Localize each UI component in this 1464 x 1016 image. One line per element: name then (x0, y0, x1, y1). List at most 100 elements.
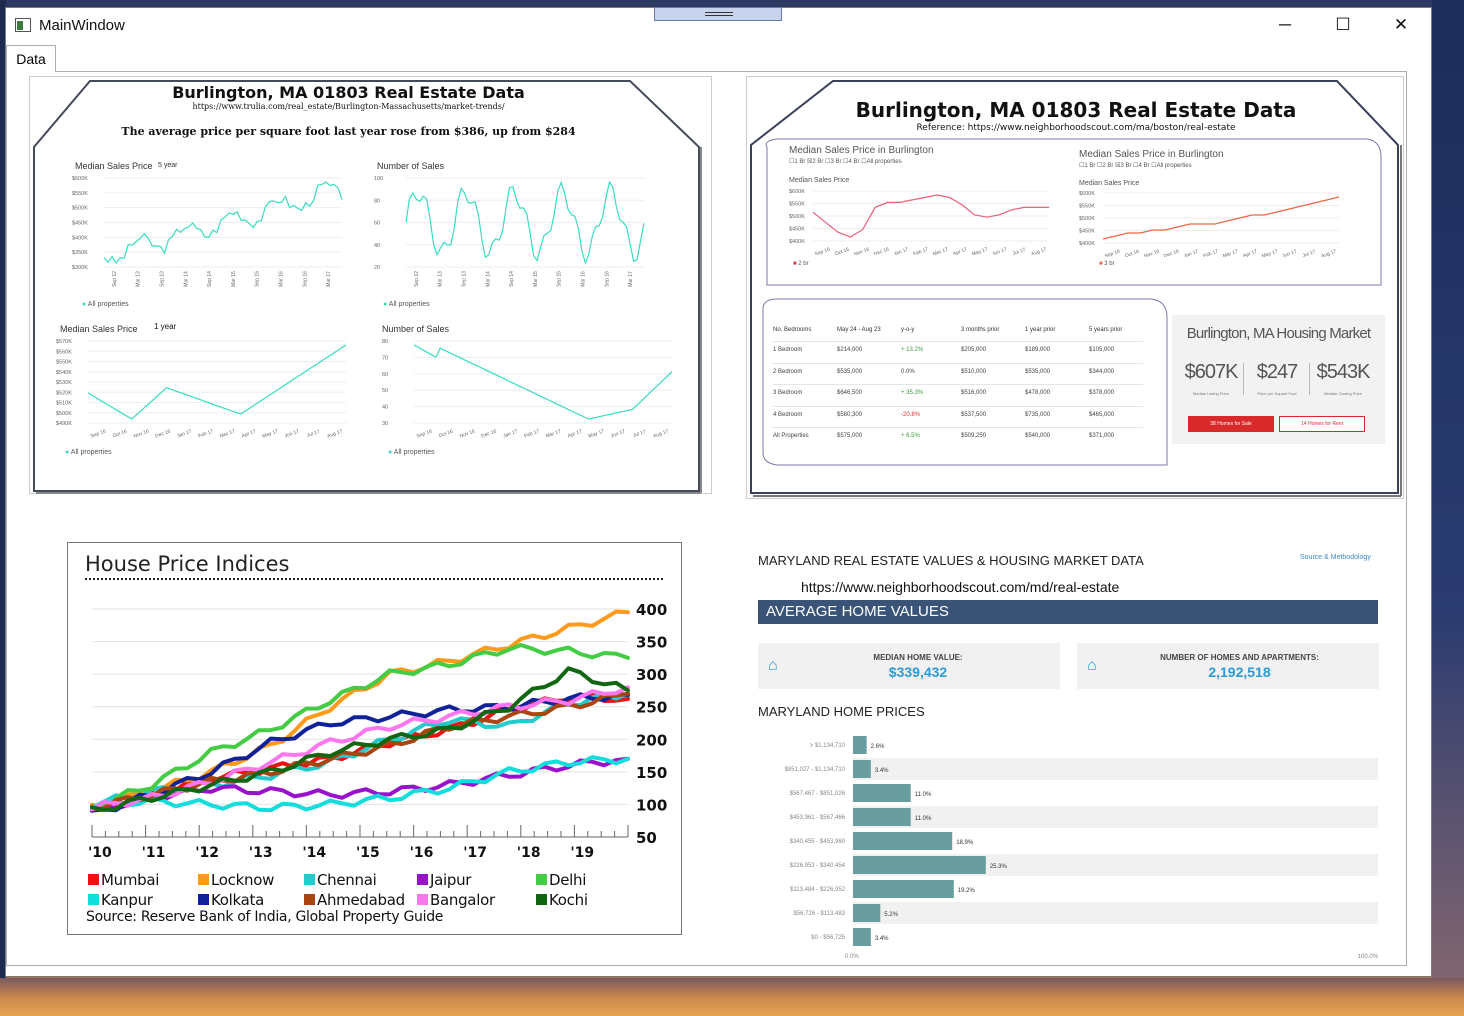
x-tick-label: May 17 (1261, 248, 1279, 257)
table-cell: 3 Bedroom (773, 390, 803, 396)
market-stat-value: $543K (1316, 361, 1371, 383)
drag-grip-icon[interactable] (654, 7, 782, 21)
y-tick-label: $560K (56, 349, 72, 355)
m1-sub: Median Sales Price (789, 177, 850, 184)
legend-swatch-icon (88, 894, 99, 905)
table-cell: 1 Bedroom (773, 347, 803, 353)
table-cell: + 13.2% (901, 347, 924, 353)
y-tick-label: 70 (382, 355, 388, 361)
minimize-button[interactable]: ─ (1262, 10, 1308, 40)
tab-data[interactable]: Data (6, 45, 56, 72)
y-tick-label: $550K (56, 360, 72, 366)
table-cell: $205,000 (961, 347, 987, 353)
table-cell: 2 Bedroom (773, 368, 803, 375)
source-methodology-link[interactable]: Source & Methodology (1300, 554, 1371, 561)
x-tick-label: Mar 14 (183, 271, 189, 287)
x-tick-label: '17 (463, 845, 487, 861)
x-tick-label: Sep 16 (604, 271, 610, 287)
legend-label: 2 br (798, 261, 809, 267)
y-tick-label: 60 (374, 221, 380, 227)
bar (853, 760, 871, 778)
legend-item: Kolkata (198, 891, 264, 909)
section-title: AVERAGE HOME VALUES (766, 603, 949, 620)
x-tick-label: Sep 16 (302, 271, 308, 287)
main-window: MainWindow ─ ☐ ✕ Data Burlington, MA 018… (5, 7, 1432, 977)
y-tick-label: $530K (56, 380, 72, 386)
table-cell: -20.8% (901, 411, 921, 418)
legend-label: Kolkata (211, 891, 265, 909)
legend-label: Mumbai (101, 871, 160, 889)
x-tick-label: Sep 16 (416, 428, 433, 439)
homes-label: NUMBER OF HOMES AND APARTMENTS: (1160, 653, 1319, 662)
hpi-legend: Mumbai Locknow Chennai Jaipur Delhi Kanpur Kol… (88, 871, 628, 911)
legend-label: Kochi (549, 891, 588, 909)
x-tick-label: Feb 17 (912, 247, 929, 255)
x-tick-label: Jan 17 (502, 429, 518, 440)
legend-swatch-icon (304, 874, 315, 885)
category-label: > $1,134,710 (810, 743, 846, 749)
y-tick-label: $450K (1079, 229, 1095, 235)
table-header: y-o-y (901, 327, 915, 333)
window-title: MainWindow (39, 17, 125, 34)
y-tick-label: $570K (56, 339, 72, 345)
x-tick-label: Apr 17 (567, 429, 583, 440)
x-tick-label: Feb 17 (524, 429, 541, 440)
y-tick-label: $500K (72, 206, 88, 212)
c1-period: 5 year (158, 162, 178, 169)
y-tick-label: 30 (382, 421, 388, 427)
legend-item: Bangalor (417, 891, 495, 909)
table-cell: $478,000 (1025, 390, 1051, 396)
y-tick-label: 200 (636, 731, 667, 749)
category-label: $567,467 - $851,026 (790, 791, 846, 797)
homes-for-rent-button[interactable]: 14 Homes for Rent (1279, 416, 1365, 432)
homes-for-sale-button[interactable]: 38 Homes for Sale (1188, 416, 1274, 432)
bar-value-label: 2.6% (871, 744, 885, 750)
burlington-2br-chart: $600K $550K $500K $450K $400K Sep 16 Oct 16 Nov… (789, 189, 1049, 255)
bar (853, 832, 953, 850)
legend-swatch-icon (88, 874, 99, 885)
x-tick-label: Nov 16 (133, 428, 150, 439)
x-tick-label: Jul 17 (306, 429, 321, 439)
table-cell: $575,000 (837, 433, 863, 439)
x-tick-label: Jul 17 (632, 429, 647, 439)
bar-value-label: 11.0% (915, 792, 932, 798)
x-tick-label: Jan 17 (893, 247, 909, 255)
row-band (853, 758, 1378, 780)
x-tick-label: Sep 13 (160, 271, 166, 287)
c2-title: Number of Sales (377, 161, 445, 171)
legend-label: Locknow (211, 871, 275, 889)
x-tick-label: '13 (249, 845, 273, 861)
bar-value-label: 3.4% (875, 936, 889, 942)
y-tick-label: $500K (1079, 216, 1095, 222)
table-cell: $214,000 (837, 347, 863, 353)
y-tick-label: $400K (72, 235, 88, 241)
table-cell: $189,000 (1025, 347, 1051, 353)
legend-label: Ahmedabad (317, 891, 405, 909)
bar-value-label: 25.3% (990, 864, 1008, 870)
table-cell: $105,000 (1089, 347, 1115, 353)
legend-swatch-icon (417, 894, 428, 905)
x-tick-label: Mar 17 (628, 271, 634, 287)
x-tick-label: May 17 (588, 428, 606, 439)
maximize-button[interactable]: ☐ (1320, 10, 1366, 40)
y-tick-label: $540K (56, 370, 72, 376)
x-tick-label: '19 (570, 845, 594, 861)
bar-value-label: 5.2% (884, 912, 898, 918)
x-tick-label: Feb 17 (1202, 249, 1219, 257)
y-tick-label: 250 (636, 699, 667, 717)
x-tick-label: Mar 17 (545, 429, 562, 440)
close-button[interactable]: ✕ (1378, 10, 1424, 40)
m1-filters[interactable]: ☐1 Br ☒2 Br ☐3 Br ☐4 Br ☐All properties (789, 158, 902, 165)
legend-item: Delhi (536, 871, 586, 889)
category-label: $0 - $56,725 (811, 935, 845, 941)
title-bar[interactable]: MainWindow ─ ☐ ✕ (6, 7, 1431, 42)
burlington-3br-chart: $600K $550K $500K $450K $400K Sep 16 Oct 16 Nov… (1079, 191, 1340, 257)
x-tick-label: Apr 17 (1242, 249, 1258, 257)
y-tick-label: 50 (382, 388, 388, 394)
table-cell: $378,000 (1089, 390, 1115, 396)
m2-filters[interactable]: ☐1 Br ☐2 Br ☒3 Br ☐4 Br ☐All properties (1079, 162, 1192, 169)
trulia-1yr-price-chart: $570K $560K $550K $540K $530K $520K $510K $500K… (56, 339, 347, 440)
y-tick-label: $400K (789, 239, 805, 245)
legend-item: Kochi (536, 891, 588, 909)
x-tick-label: Nov 16 (1143, 248, 1160, 257)
